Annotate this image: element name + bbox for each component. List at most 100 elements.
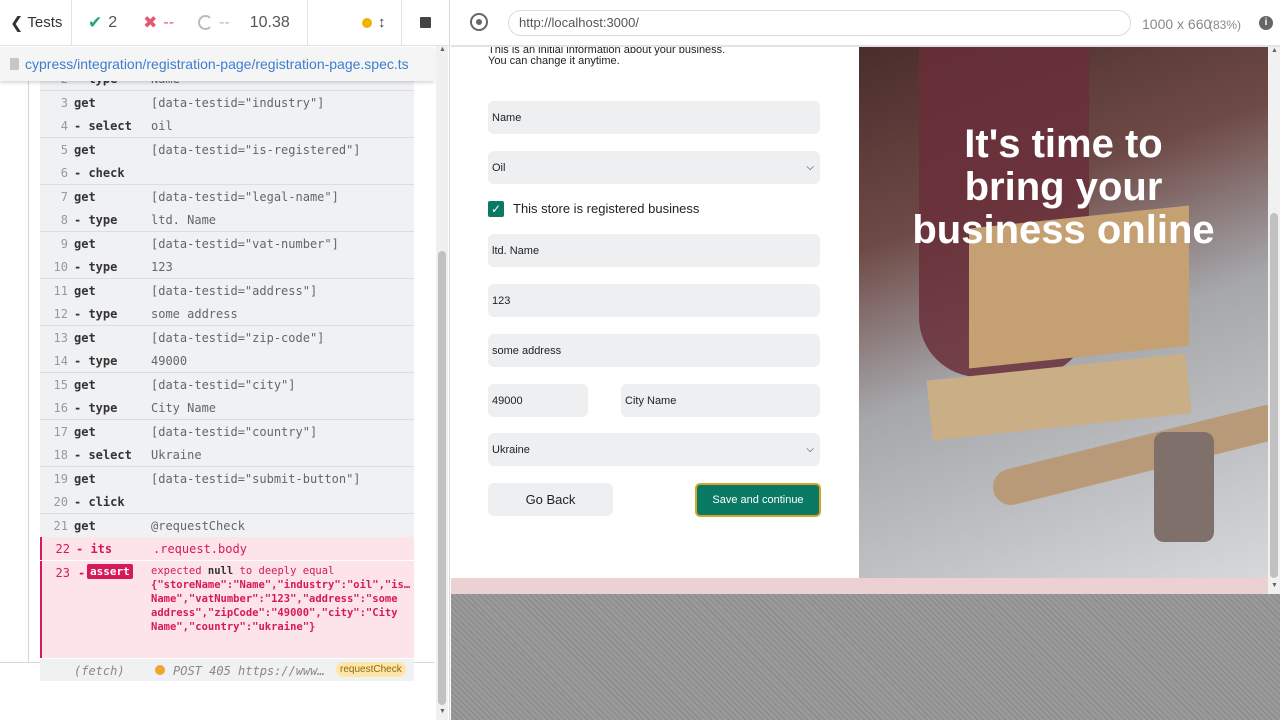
fetch-alias-badge: requestCheck xyxy=(336,661,406,677)
command-name: - its xyxy=(76,542,113,556)
command-number: 6 xyxy=(60,166,68,180)
command-row[interactable]: 19 get [data-testid="submit-button"] xyxy=(40,466,414,490)
command-message: [data-testid="submit-button"] xyxy=(151,471,361,486)
command-message: Ukraine xyxy=(151,448,202,462)
fetch-status-dot-icon xyxy=(155,664,165,675)
command-row[interactable]: 22 - its .request.body xyxy=(40,537,414,560)
command-number: 10 xyxy=(53,260,68,274)
command-row[interactable]: 17 get [data-testid="country"] xyxy=(40,419,414,443)
command-row[interactable]: 18 - select Ukraine xyxy=(40,443,414,466)
industry-select[interactable]: Oil ⌵ xyxy=(488,151,820,184)
command-message: .request.body xyxy=(153,542,247,556)
app-scrollbar[interactable]: ▲ ▼ xyxy=(1268,47,1280,594)
spec-path-bar: cypress/integration/registration-page/re… xyxy=(0,47,434,81)
command-row[interactable]: 21 get @requestCheck xyxy=(40,513,414,537)
runner-header: ❮ Tests ✔ 2 ✖ -- -- 10.38 ↕ xyxy=(0,0,449,46)
command-number: 3 xyxy=(60,95,68,110)
command-message: City Name xyxy=(151,401,217,415)
assert-mid: to deeply equal xyxy=(239,564,335,577)
hero-line-3: business online xyxy=(912,208,1215,252)
command-row[interactable]: 14 - type 49000 xyxy=(40,349,414,372)
command-message: [data-testid="country"] xyxy=(151,424,318,439)
command-log-scrollbar[interactable]: ▲ ▼ xyxy=(436,46,448,720)
scrollbar-thumb[interactable] xyxy=(438,251,446,705)
command-row[interactable]: 16 - type City Name xyxy=(40,396,414,419)
zip-code-input[interactable]: 49000 xyxy=(488,384,588,417)
check-icon: ✔ xyxy=(88,12,103,32)
intro-text: This is an initial information about you… xyxy=(488,47,725,67)
command-row[interactable]: 10 - type 123 xyxy=(40,255,414,278)
autoscroll-arrows-icon[interactable]: ↕ xyxy=(378,14,386,31)
command-number: 23 xyxy=(55,565,70,580)
file-icon xyxy=(10,58,19,70)
hero-line-2: bring your xyxy=(964,165,1163,209)
command-row[interactable]: 12 - type some address xyxy=(40,302,414,325)
command-name: get xyxy=(74,142,96,157)
command-row[interactable]: 9 get [data-testid="vat-number"] xyxy=(40,231,414,255)
back-label: Tests xyxy=(27,14,63,31)
assert-command-row[interactable]: 23- assert expected null to deeply equal {"… xyxy=(40,560,414,658)
stop-icon[interactable] xyxy=(420,17,431,28)
command-number: 15 xyxy=(53,377,68,392)
scroll-up-arrow-icon: ▲ xyxy=(439,46,446,53)
command-message: [data-testid="industry"] xyxy=(151,95,325,110)
is-registered-checkbox[interactable]: ✓ xyxy=(488,201,504,217)
command-name: - select xyxy=(74,119,132,133)
command-name: - type xyxy=(74,354,118,368)
command-name: get xyxy=(74,95,96,110)
command-number: 2 xyxy=(40,81,68,86)
command-number: 18 xyxy=(53,448,68,462)
industry-value: Oil xyxy=(492,161,506,174)
save-and-continue-button[interactable]: Save and continue xyxy=(695,483,821,517)
command-name: - type xyxy=(74,401,118,415)
viewport-zoom: (83%) xyxy=(1209,18,1242,32)
city-input[interactable]: City Name xyxy=(621,384,820,417)
command-number: 8 xyxy=(60,213,68,227)
command-row[interactable]: 15 get [data-testid="city"] xyxy=(40,372,414,396)
hero-jar-shape xyxy=(1154,432,1214,542)
duration: 10.38 xyxy=(249,13,290,31)
go-back-button[interactable]: Go Back xyxy=(488,483,613,516)
command-row[interactable]: 2 - type Name xyxy=(40,81,414,90)
command-number: 4 xyxy=(60,119,68,133)
command-row[interactable]: 3 get [data-testid="industry"] xyxy=(40,90,414,114)
command-name: get xyxy=(74,283,96,298)
command-row[interactable]: 4 - select oil xyxy=(40,114,414,137)
command-row[interactable]: 8 - type ltd. Name xyxy=(40,208,414,231)
command-message: 49000 xyxy=(151,354,188,368)
address-input[interactable]: some address xyxy=(488,334,820,367)
command-row[interactable]: 6 - check xyxy=(40,161,414,184)
fetch-row[interactable]: (fetch) POST 405 https://www… requestCheck xyxy=(40,658,414,681)
command-name: get xyxy=(74,471,96,486)
hero-line-1: It's time to xyxy=(964,122,1163,166)
scrollbar-thumb[interactable] xyxy=(1270,213,1278,578)
assert-body-line: {"storeName":"Name","industry":"oil","is… xyxy=(151,578,411,591)
country-value: Ukraine xyxy=(492,443,530,456)
command-number: 13 xyxy=(53,330,68,345)
tests-back-button[interactable]: ❮ Tests xyxy=(0,0,72,46)
store-name-input[interactable]: Name xyxy=(488,101,820,134)
command-number: 21 xyxy=(53,518,68,533)
country-select[interactable]: Ukraine ⌵ xyxy=(488,433,820,466)
assert-body-line: Name","vatNumber":"123","address":"some xyxy=(151,592,398,605)
command-name: - type xyxy=(74,213,118,227)
legal-name-input[interactable]: ltd. Name xyxy=(488,234,820,267)
command-name: get xyxy=(74,236,96,251)
command-row[interactable]: 11 get [data-testid="address"] xyxy=(40,278,414,302)
command-number: 20 xyxy=(53,495,68,509)
hero-headline: It's time to bring your business online xyxy=(859,123,1268,252)
command-row[interactable]: 13 get [data-testid="zip-code"] xyxy=(40,325,414,349)
command-number: 12 xyxy=(53,307,68,321)
command-row[interactable]: 7 get [data-testid="legal-name"] xyxy=(40,184,414,208)
info-icon[interactable]: i xyxy=(1259,16,1273,30)
scroll-up-arrow-icon: ▲ xyxy=(1271,47,1278,54)
vat-number-input[interactable]: 123 xyxy=(488,284,820,317)
viewport-bottom-strip xyxy=(451,578,1268,594)
spec-path-link[interactable]: cypress/integration/registration-page/re… xyxy=(25,56,409,72)
command-message: [data-testid="zip-code"] xyxy=(151,330,325,345)
cypress-runner-panel: ❮ Tests ✔ 2 ✖ -- -- 10.38 ↕ cypress/inte… xyxy=(0,0,450,720)
command-row[interactable]: 5 get [data-testid="is-registered"] xyxy=(40,137,414,161)
command-row[interactable]: 20 - click xyxy=(40,490,414,513)
url-bar[interactable]: http://localhost:3000/ xyxy=(508,10,1131,36)
command-message: [data-testid="address"] xyxy=(151,283,318,298)
